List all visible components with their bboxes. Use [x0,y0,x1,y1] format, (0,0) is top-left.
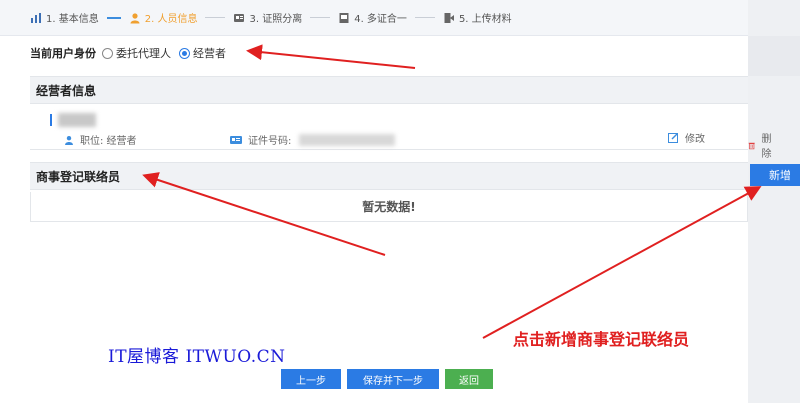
step-separator [205,17,226,18]
bar-chart-icon [31,12,41,23]
id-number-redacted [299,133,396,146]
progress-steps: 1. 基本信息 2. 人员信息 3. 证照分离 4. 多证合一 5. 上传材料 [0,0,748,36]
id-info: 证件号码: [230,132,396,147]
identity-option-agent[interactable]: 委托代理人 [102,45,171,61]
operator-card: 职位: 经营者 证件号码: 修改 删除 [30,104,771,160]
person-icon [130,12,140,23]
step-separator [310,17,331,18]
watermark: IT屋博客 ITWUO.CN [108,347,286,367]
position-label: 职位: 经营者 [80,136,137,147]
arrow-to-operator-option [246,44,416,69]
user-icon [65,135,73,145]
operator-section-header: 经营者信息 [30,76,748,104]
step-separator [106,16,121,19]
section-title: 商事登记联络员 [36,169,121,184]
option-label: 委托代理人 [116,47,171,60]
back-button[interactable]: 返回 [445,369,493,389]
step-personnel-info[interactable]: 2. 人员信息 [129,10,198,25]
step-label: 4. 多证合一 [354,14,407,25]
license-icon [234,13,245,22]
step-multi-certificate[interactable]: 4. 多证合一 [338,10,407,25]
id-card-icon [230,135,242,144]
name-marker [50,114,52,126]
radio-operator[interactable] [179,47,190,59]
step-license-separation[interactable]: 3. 证照分离 [233,10,302,25]
trash-icon [748,142,755,149]
right-side-panel [748,0,800,403]
identity-label: 当前用户身份 [30,47,96,60]
prev-step-button[interactable]: 上一步 [281,369,341,389]
operator-name-redacted [58,113,96,127]
position-info: 职位: 经营者 [64,132,137,147]
edit-label: 修改 [685,134,705,145]
step-basic-info[interactable]: 1. 基本信息 [30,10,99,25]
edit-icon [668,133,678,143]
id-label: 证件号码: [248,136,292,147]
edit-button[interactable]: 修改 [668,130,705,145]
upload-icon [444,12,454,23]
contact-section-header: 商事登记联络员 [30,162,748,190]
footer-actions: 上一步 保存并下一步 返回 [281,369,493,389]
step-upload-materials[interactable]: 5. 上传材料 [443,10,512,25]
section-title: 经营者信息 [36,83,97,98]
option-label: 经营者 [193,47,226,60]
step-label: 3. 证照分离 [249,14,303,25]
radio-agent[interactable] [102,47,113,59]
step-label: 2. 人员信息 [144,14,198,25]
add-contact-button[interactable]: 新增 [750,164,800,186]
save-next-button[interactable]: 保存并下一步 [347,369,439,389]
annotation-text: 点击新增商事登记联络员 [513,330,690,349]
step-label: 5. 上传材料 [458,14,512,25]
step-label: 1. 基本信息 [46,14,99,25]
delete-label: 删除 [761,134,772,160]
certificate-icon [339,12,349,23]
step-separator [414,17,435,18]
identity-selector: 当前用户身份 委托代理人 经营者 [30,44,234,62]
identity-option-operator[interactable]: 经营者 [179,45,226,61]
delete-button[interactable]: 删除 [748,130,775,160]
right-panel-header [748,36,800,76]
empty-state: 暂无数据! [30,192,748,222]
